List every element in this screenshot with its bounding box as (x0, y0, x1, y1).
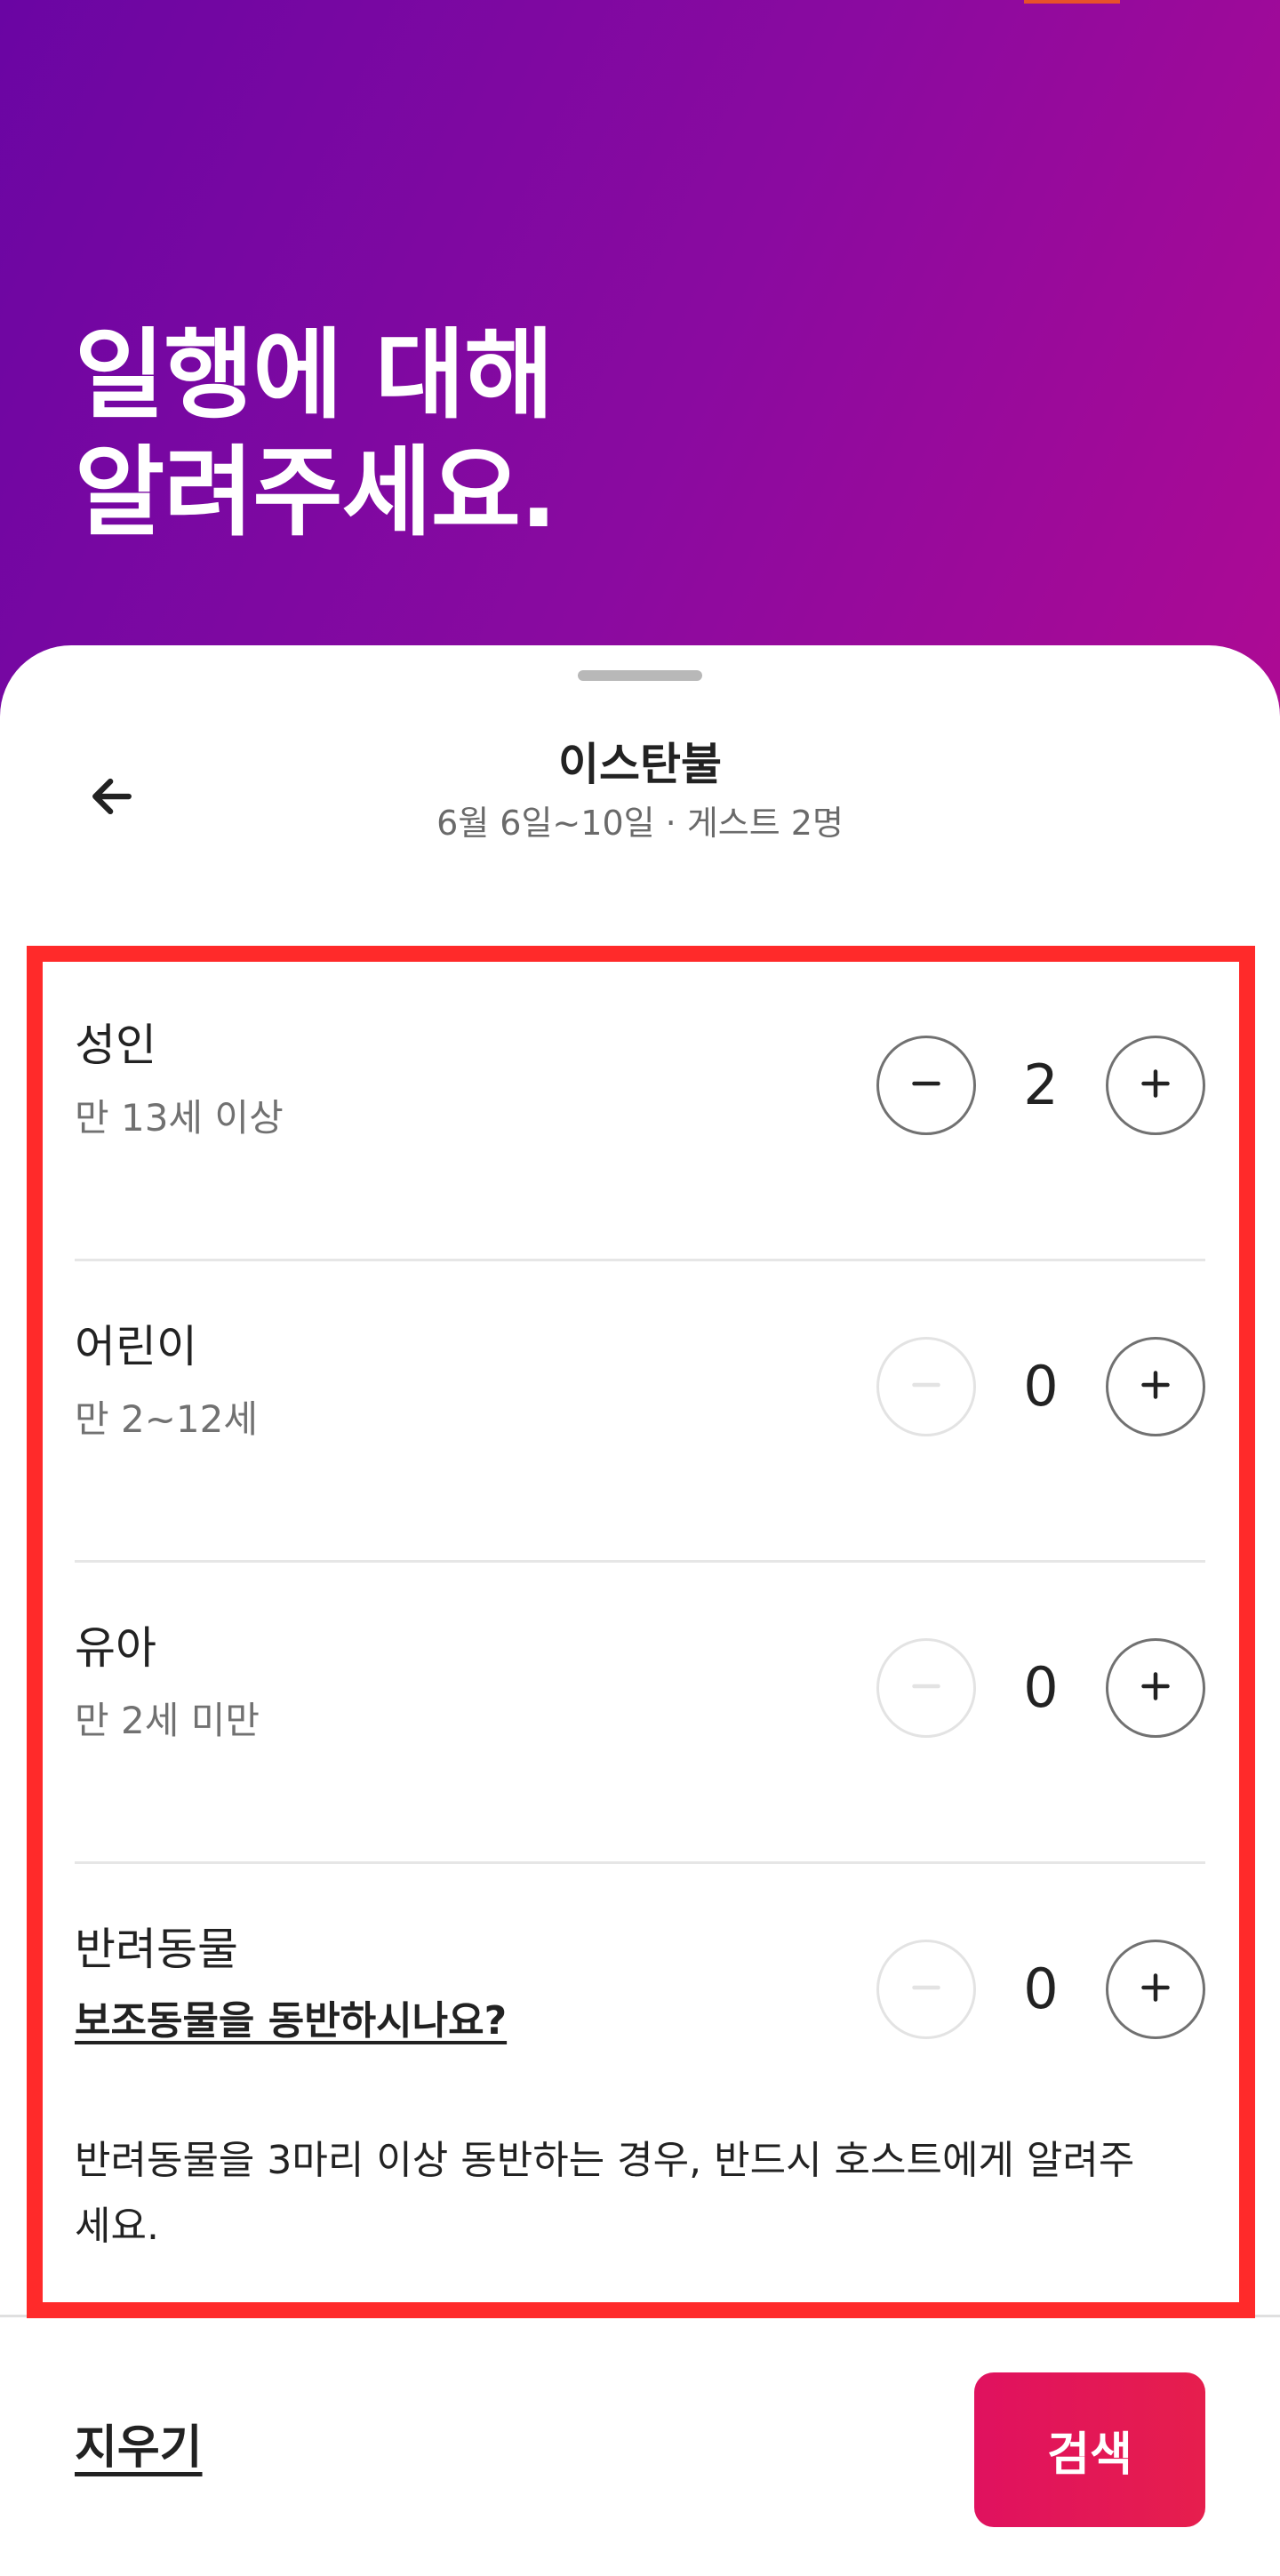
pets-decrement-button[interactable] (876, 1940, 976, 2039)
guest-age-range: 만 13세 이상 (75, 1096, 284, 1140)
trip-dates-guests: 6월 6일~10일 · 게스트 2명 (436, 804, 844, 843)
plus-icon (1134, 1364, 1177, 1410)
footer-bar: 지우기 검색 (0, 2315, 1280, 2576)
children-increment-button[interactable] (1106, 1337, 1205, 1436)
infants-count: 0 (1023, 1655, 1059, 1720)
top-accent-bar (1024, 0, 1120, 4)
destination-title: 이스탄불 (558, 739, 722, 790)
hero-title: 일행에 대해 알려주세요. (75, 318, 557, 549)
children-count: 0 (1023, 1354, 1059, 1419)
trip-summary-header: 이스탄불 6월 6일~10일 · 게스트 2명 (0, 734, 1280, 844)
guest-selection-screen: 일행에 대해 알려주세요. 이스탄불 6월 6일~10일 · 게스트 2명 성인… (0, 0, 1280, 2576)
guest-type-label: 어린이 (75, 1321, 197, 1372)
guest-list: 성인 만 13세 이상 2 어린이 만 2~12세 0 유아 만 2세 미만 0… (75, 960, 1205, 2166)
infants-decrement-button[interactable] (876, 1638, 976, 1738)
minus-icon (905, 1966, 948, 2012)
adults-decrement-button[interactable] (876, 1036, 976, 1135)
guest-row-pets: 반려동물 보조동물을 동반하시나요? 0 (75, 1864, 1205, 2166)
adults-stepper: 2 (876, 1036, 1205, 1135)
minus-icon (905, 1364, 948, 1410)
infants-stepper: 0 (876, 1638, 1205, 1738)
drag-handle[interactable] (578, 670, 702, 681)
guest-row-adults: 성인 만 13세 이상 2 (75, 960, 1205, 1261)
guest-age-range: 만 2~12세 (75, 1397, 258, 1441)
minus-icon (905, 1062, 948, 1108)
guest-type-label: 성인 (75, 1020, 156, 1071)
children-decrement-button[interactable] (876, 1337, 976, 1436)
adults-increment-button[interactable] (1106, 1036, 1205, 1135)
infants-increment-button[interactable] (1106, 1638, 1205, 1738)
plus-icon (1134, 1665, 1177, 1711)
search-button[interactable]: 검색 (974, 2372, 1205, 2527)
plus-icon (1134, 1966, 1177, 2012)
pets-stepper: 0 (876, 1940, 1205, 2039)
guest-row-children: 어린이 만 2~12세 0 (75, 1261, 1205, 1563)
children-stepper: 0 (876, 1337, 1205, 1436)
adults-count: 2 (1023, 1052, 1059, 1117)
guest-row-infants: 유아 만 2세 미만 0 (75, 1563, 1205, 1864)
plus-icon (1134, 1062, 1177, 1108)
guest-type-label: 유아 (75, 1622, 156, 1674)
clear-button[interactable]: 지우기 (75, 2417, 203, 2479)
minus-icon (905, 1665, 948, 1711)
pets-notice: 반려동물을 3마리 이상 동반하는 경우, 반드시 호스트에게 알려주세요. (75, 2138, 1135, 2249)
guest-type-label: 반려동물 (75, 1924, 238, 1975)
guest-age-range: 만 2세 미만 (75, 1699, 260, 1742)
pets-count: 0 (1023, 1956, 1059, 2021)
service-animal-link[interactable]: 보조동물을 동반하시나요? (75, 1996, 507, 2047)
pets-increment-button[interactable] (1106, 1940, 1205, 2039)
